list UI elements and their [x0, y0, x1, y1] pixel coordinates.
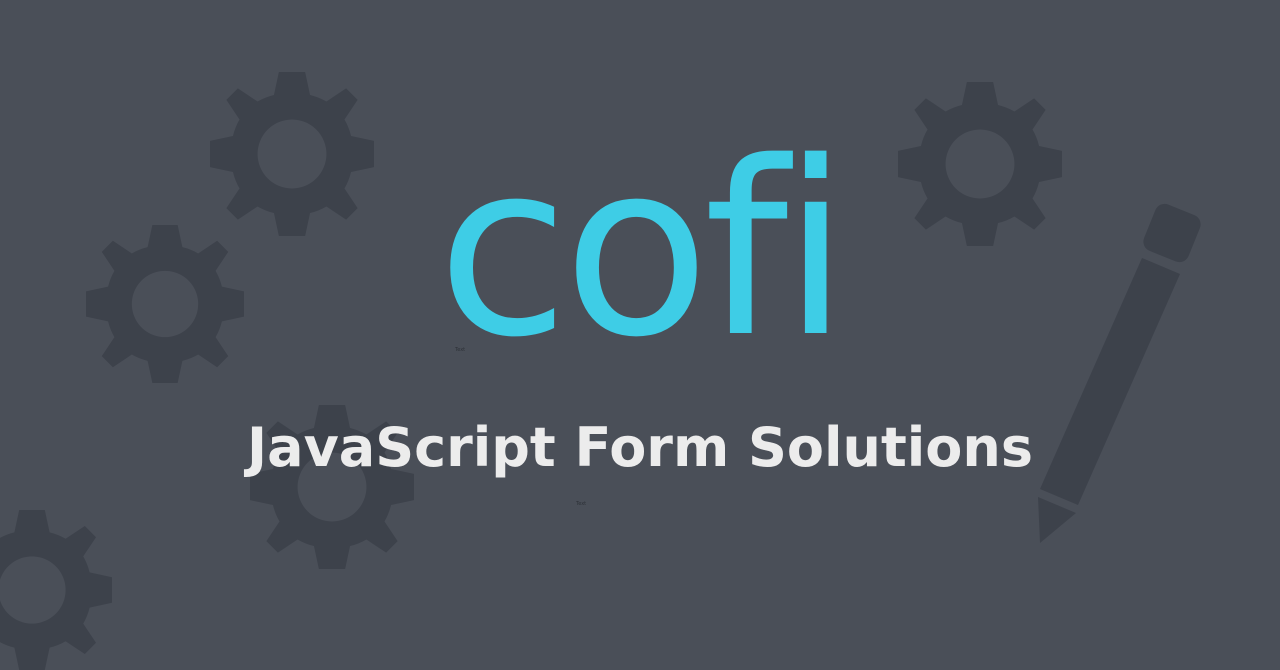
tiny-label: Text [455, 347, 466, 353]
tagline: JavaScript Form Solutions [247, 416, 1033, 479]
logo-wordmark: cofi [437, 110, 849, 390]
tiny-label: Text [576, 501, 587, 507]
gear-icon [0, 510, 112, 670]
